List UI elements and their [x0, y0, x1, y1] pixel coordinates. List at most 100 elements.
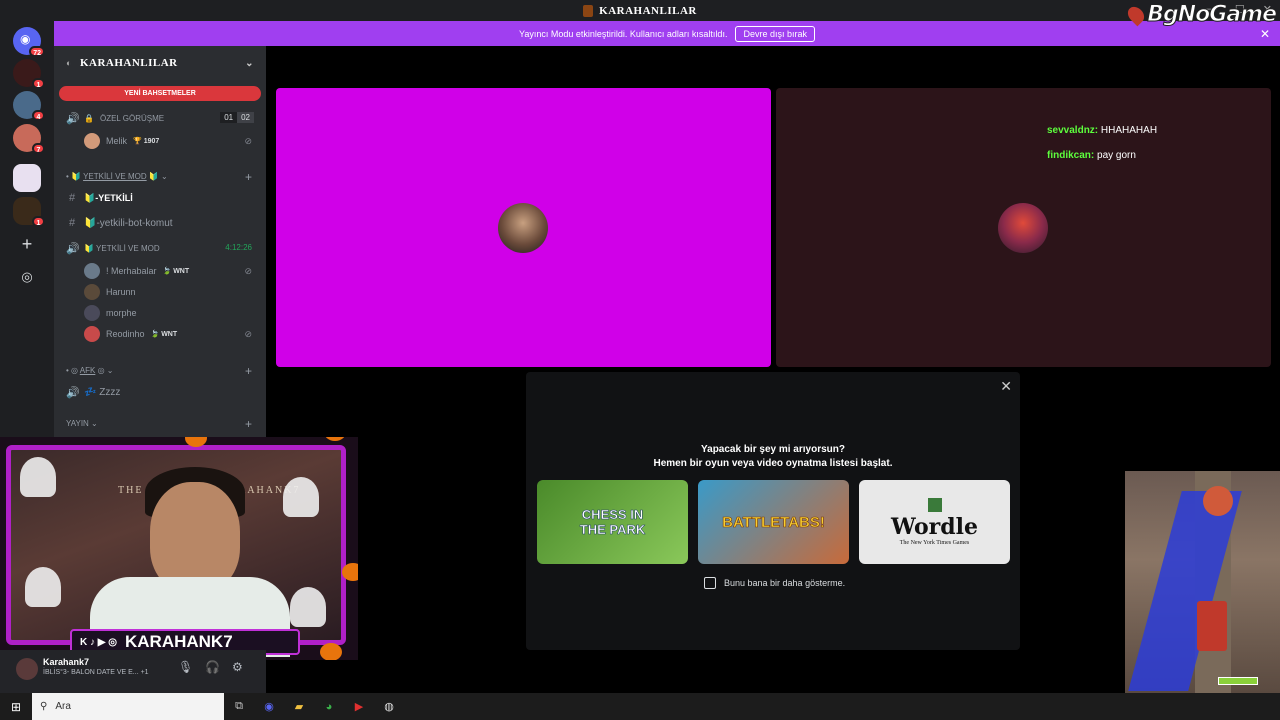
add-channel-icon[interactable]: + [245, 417, 252, 431]
user-tag: 🍃 WNT [150, 331, 178, 338]
window-title: KARAHANLILAR [599, 4, 697, 17]
pumpkin-icon [324, 437, 346, 441]
hashtag-icon: # [68, 217, 76, 229]
avatar [998, 203, 1048, 253]
avatar [84, 305, 100, 321]
discord-taskbar-icon[interactable]: ◉ [254, 700, 284, 713]
voice-channel-yetkili[interactable]: 🔊 🔰 YETKİLİ VE MOD [66, 242, 160, 255]
voice-user[interactable]: ! Merhabalar 🍃 WNT [84, 263, 189, 279]
server-icon-5[interactable]: 1 [13, 197, 45, 227]
social-icons: K ♪ ▶ ◎ [80, 636, 117, 648]
new-mentions-pill[interactable]: YENİ BAHSETMELER [59, 86, 261, 101]
activity-card-battletabs[interactable]: BATTLETABS! [698, 480, 849, 564]
category-afk[interactable]: • ◎ AFK ◎ ⌄ [66, 366, 114, 375]
window-titlebar: KARAHANLILAR — ☐ ✕ [0, 0, 1280, 21]
windows-taskbar: ⊞ ⚲ Ara ⧉ ◉ ▰ ◕ ▶ ◍ [0, 693, 1280, 720]
channel-name: 🔰-YETKİLİ [84, 192, 133, 203]
participant-tile-1[interactable] [276, 88, 771, 367]
channel-name: 💤 Zzzz [84, 387, 121, 398]
banner-close-icon[interactable]: ✕ [1260, 27, 1270, 41]
ghost-icon [20, 457, 56, 497]
user-tag: 🍃 WNT [162, 268, 190, 275]
taskbar-search[interactable]: ⚲ Ara [32, 693, 224, 720]
user-status: İBLİS°3- BALON DATE VE E... +1 [43, 669, 149, 676]
muted-icon: ⊘ [244, 266, 252, 276]
speaker-icon: 🔊 [66, 243, 80, 255]
microphone-icon[interactable]: 🎙 [178, 660, 193, 674]
boost-icon: ◐ [66, 58, 72, 68]
text-channel-bot-komut[interactable]: # 🔰-yetkili-bot-komut [66, 217, 173, 229]
muted-icon: ⊘ [244, 136, 252, 146]
voice-channel-afk[interactable]: 🔊 💤 Zzzz [66, 386, 120, 399]
pin-icon [1124, 3, 1148, 27]
voice-user-limit: 01 02 [220, 112, 254, 123]
add-channel-icon[interactable]: + [245, 364, 252, 378]
ghost-icon [25, 567, 61, 607]
guild-header[interactable]: ◐ KARAHANLILAR ⌄ [54, 46, 266, 80]
lock-icon: 🔒 [84, 114, 94, 123]
participant-tile-2[interactable] [776, 88, 1271, 367]
activity-card-wordle[interactable]: Wordle The New York Times Games [859, 480, 1010, 564]
channel-name: ÖZEL GÖRÜŞME [99, 114, 165, 123]
server-icon-2[interactable]: 4 [13, 91, 45, 121]
file-explorer-icon[interactable]: ▰ [284, 700, 314, 713]
settings-gear-icon[interactable]: ⚙ [232, 660, 243, 674]
avatar [84, 133, 100, 149]
channel-name: 🔰 YETKİLİ VE MOD [84, 244, 160, 253]
avatar [84, 326, 100, 342]
category-yetkili[interactable]: • 🔰 YETKİLİ VE MOD 🔰 ⌄ [66, 172, 168, 181]
voice-user[interactable]: Melik 🏆 1907 [84, 133, 159, 149]
avatar[interactable] [16, 658, 38, 680]
add-channel-icon[interactable]: + [245, 170, 252, 184]
guild-name: KARAHANLILAR [79, 57, 178, 69]
user-name: Karahank7 [43, 657, 90, 667]
ghost-icon [290, 587, 326, 627]
text-channel-yetkili[interactable]: # 🔰-YETKİLİ [66, 192, 133, 204]
pumpkin-icon [320, 643, 342, 660]
speaker-icon: 🔊 [66, 113, 80, 125]
chat-overlay-line: sevvaldnz: HHAHAHAH [1047, 125, 1158, 136]
pumpkin-icon [342, 563, 358, 581]
avatar [84, 263, 100, 279]
dont-show-again-checkbox[interactable]: Bunu bana bir daha gösterme. [704, 577, 845, 589]
chrome-icon[interactable]: ◕ [314, 701, 344, 713]
task-view-icon[interactable]: ⧉ [224, 700, 254, 713]
obs-icon[interactable]: ◍ [374, 700, 404, 713]
headphones-icon[interactable]: 🎧 [205, 660, 220, 674]
game-train [1197, 601, 1227, 651]
speaker-icon: 🔊 [66, 387, 80, 399]
checkbox-box[interactable] [704, 577, 716, 589]
close-icon[interactable]: ✕ [1000, 378, 1012, 395]
activity-card-chess[interactable]: CHESS IN THE PARK [537, 480, 688, 564]
add-server-icon[interactable]: + [13, 231, 41, 259]
category-yayin[interactable]: YAYIN ⌄ [66, 419, 98, 428]
disable-streamer-mode-button[interactable]: Devre dışı bırak [735, 25, 815, 42]
server-icon-3[interactable]: 7 [13, 124, 45, 154]
banner-text: Yayıncı Modu etkinleştirildi. Kullanıcı … [519, 28, 728, 39]
wordle-grid-icon [927, 498, 942, 512]
discord-icon: ◉ [20, 32, 31, 46]
windows-start-icon[interactable]: ⊞ [0, 700, 32, 714]
server-badge: 1 [32, 216, 45, 227]
user-panel: Karahank7 İBLİS°3- BALON DATE VE E... +1… [0, 650, 266, 693]
voice-channel-ozel[interactable]: 🔊 🔒 ÖZEL GÖRÜŞME [66, 112, 164, 125]
game-capture-overlay [1125, 471, 1280, 693]
muted-icon: ⊘ [244, 329, 252, 339]
voice-user[interactable]: Reodinho 🍃 WNT [84, 326, 177, 342]
streamer-webcam-overlay: THE WORLD OF KARAHANK7 K ♪ ▶ ◎ KARAHANK7 [0, 437, 358, 660]
voice-user[interactable]: Harunn [84, 284, 136, 300]
server-badge: 7 [32, 143, 45, 154]
avatar [498, 203, 548, 253]
youtube-icon[interactable]: ▶ [344, 700, 374, 713]
explore-icon[interactable]: ◎ [13, 264, 41, 292]
hashtag-icon: # [68, 192, 76, 204]
chevron-down-icon[interactable]: ⌄ [245, 58, 254, 69]
activity-launcher-panel: ✕ Yapacak bir şey mi arıyorsun? Hemen bi… [526, 372, 1020, 650]
voice-user[interactable]: morphe [84, 305, 137, 321]
direct-messages-button[interactable]: ◉ 72 [13, 27, 45, 57]
game-character [1203, 486, 1233, 516]
webcam-person [150, 482, 240, 592]
server-icon-1[interactable]: 1 [13, 59, 45, 89]
server-icon [583, 4, 594, 17]
server-icon-4[interactable] [13, 164, 41, 192]
